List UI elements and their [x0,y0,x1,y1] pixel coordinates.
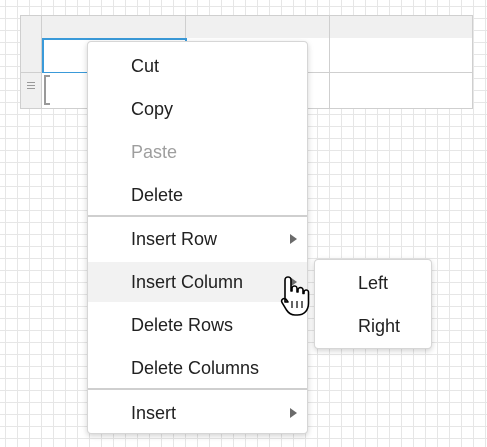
submenu-item-left[interactable]: Left [315,263,431,303]
menu-item-label: Cut [131,56,160,76]
menu-item-delete-columns[interactable]: Delete Columns [88,348,307,388]
table-cell-r1-c3[interactable] [330,38,472,73]
menu-item-label: Insert Column [131,272,244,292]
menu-item-copy[interactable]: Copy [88,89,307,129]
menu-item-cut[interactable]: Cut [88,46,307,86]
row-header-2[interactable] [21,73,42,108]
menu-item-label: Delete Rows [131,315,234,335]
submenu-item-label: Right [358,316,401,336]
menu-item-label: Delete Columns [131,358,260,378]
hand-pointer-icon [280,276,310,316]
submenu-item-label: Left [358,273,389,293]
menu-item-delete-rows[interactable]: Delete Rows [88,305,307,345]
column-header-row [21,16,472,39]
row-header-1[interactable] [21,38,42,73]
menu-separator [88,215,307,217]
submenu-item-right[interactable]: Right [315,306,431,346]
menu-item-insert-column[interactable]: Insert Column [88,262,307,302]
column-header-1[interactable] [42,16,186,38]
menu-item-label: Copy [131,99,174,119]
menu-item-insert[interactable]: Insert [88,393,307,433]
menu-item-delete[interactable]: Delete [88,175,307,215]
context-menu: Cut Copy Paste Delete Insert Row Insert … [87,41,308,434]
menu-item-label: Paste [131,142,178,162]
menu-item-label: Insert [131,403,177,423]
table-corner [21,16,42,38]
column-header-2[interactable] [186,16,330,38]
column-header-3[interactable] [330,16,472,38]
menu-separator [88,388,307,390]
insert-column-submenu: Left Right [314,259,432,349]
table-cell-r2-c3[interactable] [330,73,472,108]
drag-handle-icon[interactable] [27,82,35,83]
menu-item-insert-row[interactable]: Insert Row [88,219,307,259]
triangle-right-icon [290,408,297,418]
menu-item-paste: Paste [88,132,307,172]
triangle-right-icon [290,234,297,244]
menu-item-label: Insert Row [131,229,218,249]
menu-item-label: Delete [131,185,184,205]
cell-bracket-marker [44,75,50,105]
